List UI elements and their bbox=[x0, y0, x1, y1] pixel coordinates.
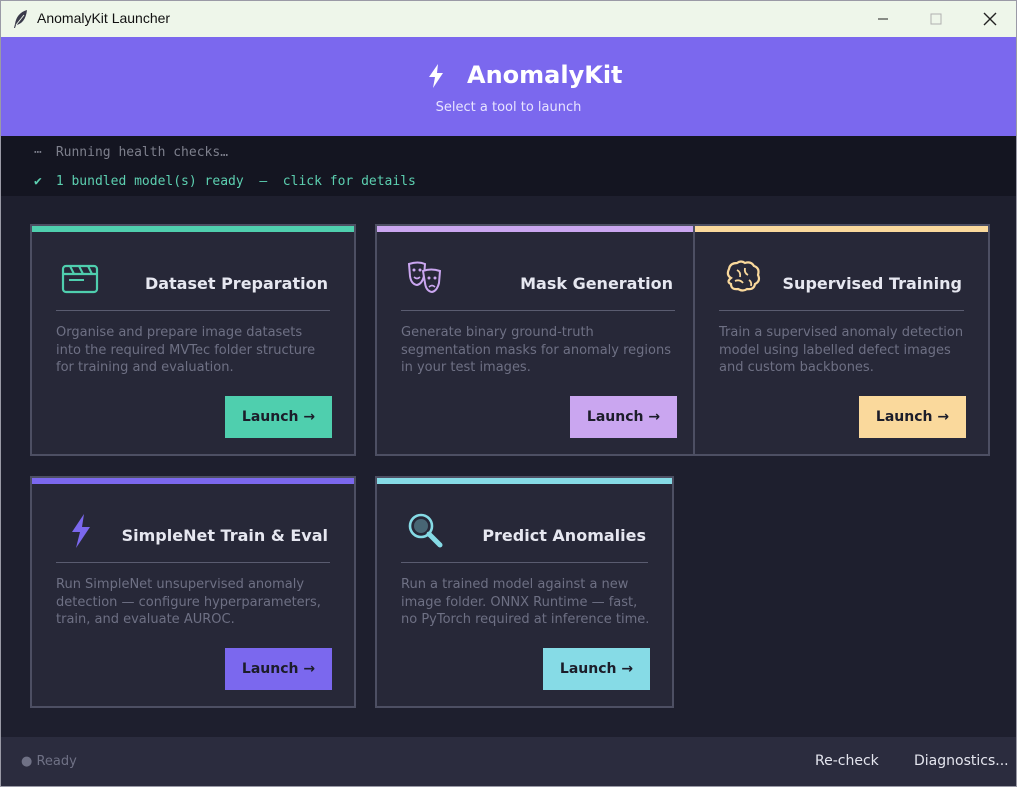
card-description: Organise and prepare image datasets into… bbox=[56, 325, 316, 375]
card-simplenet-train-eval: SimpleNet Train & Eval Run SimpleNet uns… bbox=[30, 476, 356, 708]
card-title: Supervised Training bbox=[782, 274, 962, 293]
window-title: AnomalyKit Launcher bbox=[37, 10, 171, 26]
lightning-icon bbox=[429, 64, 443, 88]
card-supervised-training: Supervised Training Train a supervised a… bbox=[693, 224, 990, 456]
model-status-line[interactable]: ✔ 1 bundled model(s) ready – click for de… bbox=[34, 174, 416, 189]
launcher-window: AnomalyKit Launcher AnomalyKit Select a … bbox=[0, 0, 1017, 787]
magnifier-icon bbox=[408, 513, 443, 548]
checkmark-icon: ✔ bbox=[34, 174, 42, 189]
title-bar[interactable]: AnomalyKit Launcher bbox=[1, 1, 1016, 37]
app-header: AnomalyKit Select a tool to launch bbox=[1, 37, 1016, 136]
brain-icon bbox=[726, 260, 761, 292]
launch-simplenet-button[interactable]: Launch → bbox=[225, 648, 332, 690]
health-check-line: ⋯ Running health checks… bbox=[34, 145, 228, 160]
lightning-icon bbox=[72, 514, 90, 548]
theater-masks-icon bbox=[407, 261, 442, 294]
status-bar: ● Ready Re-check Diagnostics... bbox=[1, 737, 1016, 786]
launch-supervised-training-button[interactable]: Launch → bbox=[859, 396, 966, 438]
launch-dataset-preparation-button[interactable]: Launch → bbox=[225, 396, 332, 438]
card-description: Generate binary ground-truth segmentatio… bbox=[401, 325, 671, 375]
minimize-icon bbox=[878, 18, 888, 20]
card-title: Mask Generation bbox=[520, 274, 673, 293]
launch-mask-generation-button[interactable]: Launch → bbox=[570, 396, 677, 438]
card-accent-bar bbox=[695, 226, 988, 232]
model-status-text: 1 bundled model(s) ready – click for det… bbox=[55, 174, 416, 189]
launch-predict-anomalies-button[interactable]: Launch → bbox=[543, 648, 650, 690]
card-divider bbox=[56, 310, 330, 311]
status-text: ● Ready bbox=[21, 754, 77, 769]
card-accent-bar bbox=[377, 226, 699, 232]
card-title: Predict Anomalies bbox=[482, 526, 646, 545]
card-title: SimpleNet Train & Eval bbox=[121, 526, 328, 545]
card-divider bbox=[401, 310, 675, 311]
card-description: Run SimpleNet unsupervised anomaly detec… bbox=[56, 577, 321, 627]
health-check-text: Running health checks… bbox=[55, 145, 229, 160]
card-title: Dataset Preparation bbox=[144, 274, 328, 293]
feather-icon bbox=[14, 10, 27, 28]
card-accent-bar bbox=[377, 478, 672, 484]
maximize-button[interactable] bbox=[909, 1, 963, 37]
card-mask-generation: Mask Generation Generate binary ground-t… bbox=[375, 224, 701, 456]
card-divider bbox=[401, 562, 648, 563]
card-description: Run a trained model against a new image … bbox=[401, 577, 650, 627]
card-dataset-preparation: Dataset Preparation Organise and prepare… bbox=[30, 224, 356, 456]
ellipsis-icon: ⋯ bbox=[34, 145, 42, 160]
app-name: AnomalyKit bbox=[467, 61, 623, 89]
card-divider bbox=[719, 310, 964, 311]
close-icon bbox=[983, 12, 997, 26]
health-console: ⋯ Running health checks… ✔ 1 bundled model… bbox=[1, 136, 1016, 196]
recheck-button[interactable]: Re-check bbox=[815, 753, 879, 769]
header-subtitle: Select a tool to launch bbox=[435, 100, 582, 115]
card-accent-bar bbox=[32, 226, 354, 232]
card-predict-anomalies: Predict Anomalies Run a trained model ag… bbox=[375, 476, 674, 708]
card-description: Train a supervised anomaly detection mod… bbox=[719, 325, 964, 375]
card-divider bbox=[56, 562, 330, 563]
minimize-button[interactable] bbox=[856, 1, 910, 37]
maximize-icon bbox=[930, 13, 942, 25]
card-accent-bar bbox=[32, 478, 354, 484]
close-button[interactable] bbox=[963, 1, 1016, 37]
clapperboard-icon bbox=[61, 264, 99, 294]
diagnostics-button[interactable]: Diagnostics... bbox=[914, 753, 1009, 769]
